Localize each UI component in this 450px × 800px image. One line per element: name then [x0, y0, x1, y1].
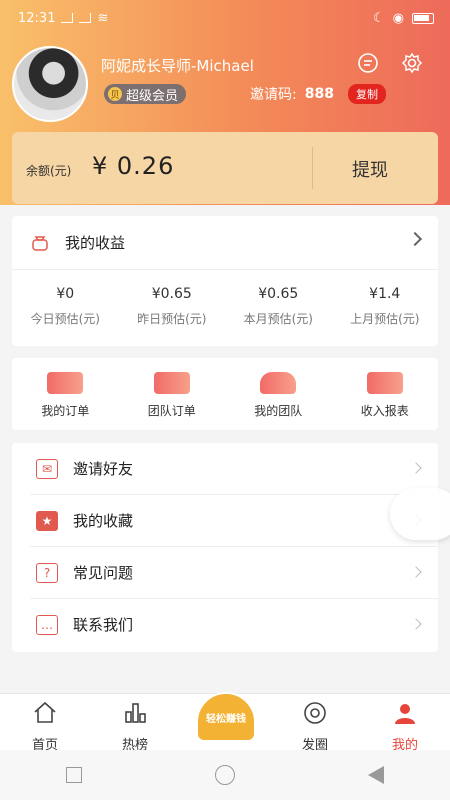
menu-label: 联系我们: [73, 616, 134, 634]
camera-icon: [304, 702, 326, 724]
faq-icon: ?: [36, 563, 58, 583]
shortcut-team-orders[interactable]: 团队订单: [119, 358, 226, 430]
vip-icon: 贝: [108, 87, 122, 101]
system-nav-bar: [0, 750, 450, 800]
gear-icon[interactable]: [401, 52, 423, 74]
stat-this-month: ¥0.65 本月预估(元): [225, 286, 332, 327]
stat-yesterday: ¥0.65 昨日预估(元): [119, 286, 226, 327]
menu-item-invite[interactable]: ✉ 邀请好友: [30, 443, 438, 495]
tab-moments[interactable]: 发圈: [270, 694, 360, 753]
shortcut-label: 我的订单: [41, 404, 90, 418]
order-icon: [47, 372, 84, 394]
shortcut-label: 收入报表: [360, 404, 409, 418]
tab-home[interactable]: 首页: [0, 694, 90, 753]
stat-last-month: ¥1.4 上月预估(元): [332, 286, 439, 327]
battery-icon: [412, 12, 434, 24]
moon-icon: ☾: [373, 10, 385, 26]
stat-today: ¥0 今日预估(元): [12, 286, 119, 327]
stat-label: 今日预估(元): [30, 312, 100, 326]
shortcut-income-report[interactable]: 收入报表: [332, 358, 439, 430]
stat-label: 昨日预估(元): [137, 312, 207, 326]
vip-badge: 贝 超级会员: [104, 84, 187, 104]
report-icon: [366, 372, 403, 394]
shortcut-card: 我的订单 团队订单 我的团队 收入报表: [12, 358, 438, 430]
balance-card: 余额(元) ¥ 0.26 提现: [12, 132, 438, 204]
invite-row: 邀请码: 888 复制: [250, 84, 386, 104]
recent-apps-icon[interactable]: [66, 767, 83, 783]
invite-icon: ✉: [36, 459, 58, 479]
income-header[interactable]: 我的收益: [12, 216, 438, 270]
user-icon: [395, 704, 415, 724]
stat-label: 本月预估(元): [243, 312, 313, 326]
stat-value: ¥1.4: [369, 286, 401, 302]
divider: [312, 147, 313, 189]
message-icon[interactable]: [357, 52, 379, 74]
invite-code: 888: [304, 86, 334, 102]
wifi-icon: ≋: [97, 10, 109, 26]
menu-label: 邀请好友: [73, 460, 134, 478]
status-time: 12:31: [18, 10, 56, 26]
income-card: 我的收益 ¥0 今日预估(元) ¥0.65 昨日预估(元) ¥0.65 本月预估…: [12, 216, 438, 346]
chevron-right-icon: [410, 618, 422, 630]
shortcut-label: 我的团队: [254, 404, 303, 418]
menu-item-contact[interactable]: … 联系我们: [30, 599, 438, 651]
money-bag-icon: [32, 236, 48, 251]
team-order-icon: [153, 372, 190, 394]
status-bar: 12:31 ≋ ☾ ◉: [0, 0, 450, 36]
username: 阿妮成长导师-Michael: [101, 57, 254, 75]
menu-item-faq[interactable]: ? 常见问题: [30, 547, 438, 599]
chevron-right-icon: [410, 566, 422, 578]
home-button-icon[interactable]: [214, 765, 235, 785]
signal-icon: [61, 13, 74, 23]
shortcut-my-orders[interactable]: 我的订单: [12, 358, 119, 430]
signal-icon: [79, 13, 92, 23]
withdraw-button[interactable]: 提现: [352, 156, 388, 182]
stat-label: 上月预估(元): [350, 312, 420, 326]
team-icon: [260, 372, 297, 394]
menu-label: 常见问题: [73, 564, 134, 582]
menu-list: ✉ 邀请好友 ★ 我的收藏 ? 常见问题 … 联系我们: [12, 443, 438, 652]
back-icon[interactable]: [367, 766, 384, 784]
tab-hot-list[interactable]: 热榜: [90, 694, 180, 753]
home-icon: [34, 701, 56, 723]
chart-icon: [125, 703, 146, 723]
menu-item-favorites[interactable]: ★ 我的收藏: [30, 495, 438, 547]
shortcut-my-team[interactable]: 我的团队: [225, 358, 332, 430]
balance-value: ¥ 0.26: [92, 152, 175, 180]
income-title: 我的收益: [65, 234, 126, 252]
profile-header: 阿妮成长导师-Michael 贝 超级会员 邀请码: 888 复制: [12, 46, 438, 122]
stat-value: ¥0.65: [258, 286, 299, 302]
favorite-icon: ★: [36, 511, 58, 531]
invite-label: 邀请码:: [250, 87, 297, 103]
stat-value: ¥0.65: [151, 286, 192, 302]
lock-icon: ◉: [392, 10, 404, 26]
menu-label: 我的收藏: [73, 512, 134, 530]
tab-mine[interactable]: 我的: [360, 694, 450, 753]
contact-icon: …: [36, 615, 58, 635]
chevron-right-icon: [410, 462, 422, 474]
vip-label: 超级会员: [126, 88, 179, 104]
copy-button[interactable]: 复制: [347, 84, 386, 104]
income-stats: ¥0 今日预估(元) ¥0.65 昨日预估(元) ¥0.65 本月预估(元) ¥…: [12, 286, 438, 327]
stat-value: ¥0: [56, 286, 75, 302]
balance-label: 余额(元): [26, 164, 72, 178]
shortcut-label: 团队订单: [147, 404, 196, 418]
avatar[interactable]: [12, 46, 88, 122]
floating-assist-button[interactable]: [390, 488, 450, 540]
chevron-right-icon: [407, 231, 423, 247]
